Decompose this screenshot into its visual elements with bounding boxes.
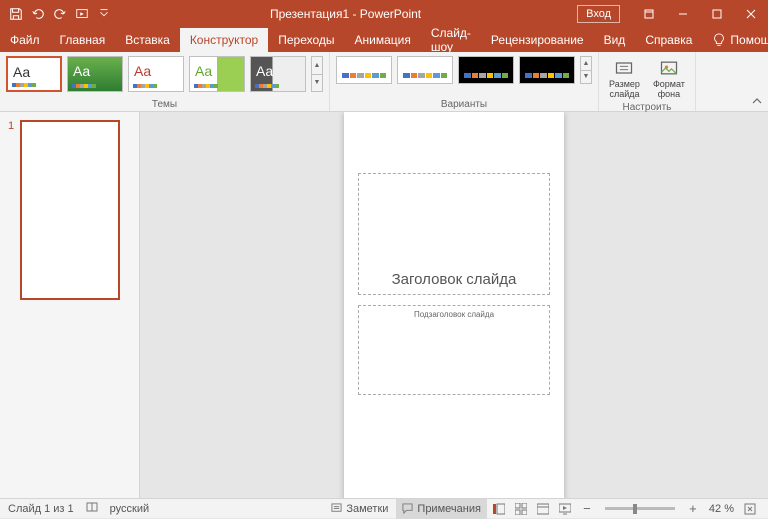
tab-slideshow[interactable]: Слайд-шоу: [421, 28, 481, 52]
zoom-in-button[interactable]: +: [683, 499, 703, 519]
notes-icon: [331, 503, 342, 514]
redo-button[interactable]: [50, 4, 70, 24]
tab-home[interactable]: Главная: [50, 28, 116, 52]
subtitle-placeholder[interactable]: Подзаголовок слайда: [358, 305, 550, 395]
minimize-button[interactable]: [666, 0, 700, 28]
tab-transitions[interactable]: Переходы: [268, 28, 344, 52]
tab-animations[interactable]: Анимация: [345, 28, 421, 52]
slide-thumbnails-pane[interactable]: 1: [0, 112, 140, 498]
save-button[interactable]: [6, 4, 26, 24]
zoom-slider[interactable]: [605, 507, 675, 510]
start-from-beginning-button[interactable]: [72, 4, 92, 24]
notes-button[interactable]: Заметки: [325, 499, 394, 519]
language-button[interactable]: русский: [110, 503, 149, 515]
ribbon-group-themes: Aa Aa Aa Aa Aa ▲▼ Темы: [0, 52, 330, 111]
tab-view[interactable]: Вид: [594, 28, 636, 52]
ribbon: Aa Aa Aa Aa Aa ▲▼ Темы ▲▼ Варианты Разме…: [0, 52, 768, 112]
ribbon-group-variants: ▲▼ Варианты: [330, 52, 599, 111]
tab-design[interactable]: Конструктор: [180, 28, 268, 52]
zoom-level[interactable]: 42 %: [705, 503, 738, 515]
slide-sorter-button[interactable]: [511, 499, 531, 519]
ribbon-tabs: Файл Главная Вставка Конструктор Переход…: [0, 28, 768, 52]
title-bar: Презентация1 - PowerPoint Вход: [0, 0, 768, 28]
normal-view-button[interactable]: [489, 499, 509, 519]
signin-button[interactable]: Вход: [577, 5, 620, 23]
title-placeholder[interactable]: Заголовок слайда: [358, 173, 550, 295]
theme-thumb-2[interactable]: Aa: [67, 56, 123, 92]
variant-thumb-1[interactable]: [336, 56, 392, 84]
workspace: 1 Заголовок слайда Подзаголовок слайда: [0, 112, 768, 498]
reading-view-button[interactable]: [533, 499, 553, 519]
slide-editor[interactable]: Заголовок слайда Подзаголовок слайда: [140, 112, 768, 498]
variant-thumb-2[interactable]: [397, 56, 453, 84]
ribbon-group-customize: Размер слайда Формат фона Настроить: [599, 52, 696, 111]
lightbulb-icon: [712, 33, 726, 47]
qat-more-button[interactable]: [94, 4, 114, 24]
book-icon: [86, 501, 98, 513]
theme-thumb-5[interactable]: Aa: [250, 56, 306, 92]
tab-help[interactable]: Справка: [635, 28, 702, 52]
tell-me-button[interactable]: Помощник: [702, 33, 768, 47]
close-button[interactable]: [734, 0, 768, 28]
status-bar: Слайд 1 из 1 русский Заметки Примечания …: [0, 498, 768, 518]
maximize-button[interactable]: [700, 0, 734, 28]
comments-icon: [402, 503, 413, 514]
slide-thumbnail[interactable]: [20, 120, 120, 300]
slide-size-button[interactable]: Размер слайда: [605, 56, 644, 102]
ribbon-display-options-button[interactable]: [632, 0, 666, 28]
quick-access-toolbar: [0, 4, 114, 24]
spellcheck-button[interactable]: [86, 501, 98, 516]
slide-counter[interactable]: Слайд 1 из 1: [8, 503, 74, 515]
zoom-out-button[interactable]: −: [577, 499, 597, 519]
theme-thumb-3[interactable]: Aa: [128, 56, 184, 92]
title-bar-right: Вход: [577, 0, 768, 28]
variant-thumb-4[interactable]: [519, 56, 575, 84]
undo-button[interactable]: [28, 4, 48, 24]
theme-thumb-4[interactable]: Aa: [189, 56, 245, 92]
slide-canvas[interactable]: Заголовок слайда Подзаголовок слайда: [344, 112, 564, 498]
themes-gallery-more[interactable]: ▲▼: [311, 56, 323, 92]
tab-review[interactable]: Рецензирование: [481, 28, 594, 52]
variants-gallery-more[interactable]: ▲▼: [580, 56, 592, 84]
format-background-icon: [659, 58, 679, 78]
fit-to-window-button[interactable]: [740, 499, 760, 519]
collapse-ribbon-button[interactable]: [752, 96, 762, 109]
window-title: Презентация1 - PowerPoint: [114, 7, 577, 21]
theme-thumb-1[interactable]: Aa: [6, 56, 62, 92]
tab-insert[interactable]: Вставка: [115, 28, 180, 52]
thumbnail-item-1[interactable]: 1: [8, 120, 131, 300]
slideshow-view-button[interactable]: [555, 499, 575, 519]
tab-file[interactable]: Файл: [0, 28, 50, 52]
chevron-up-icon: [752, 96, 762, 106]
variant-thumb-3[interactable]: [458, 56, 514, 84]
comments-button[interactable]: Примечания: [396, 499, 487, 519]
format-background-button[interactable]: Формат фона: [649, 56, 689, 102]
slide-size-icon: [614, 58, 634, 78]
